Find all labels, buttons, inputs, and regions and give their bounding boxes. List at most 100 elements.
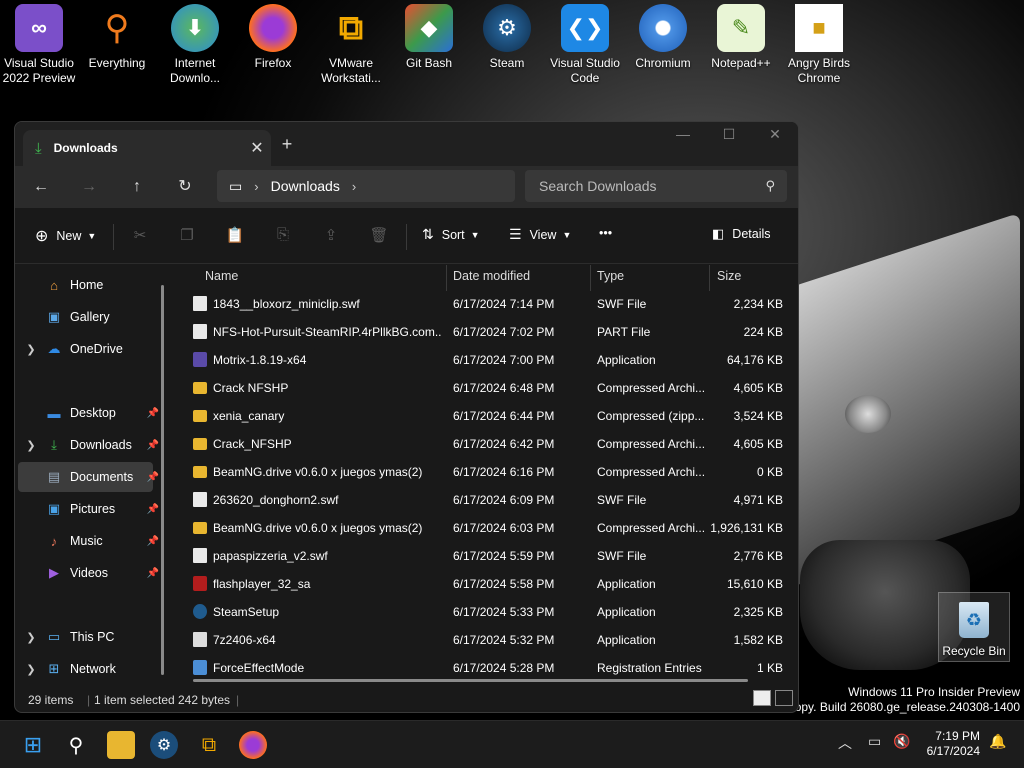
table-row[interactable]: Crack NFSHP 6/17/2024 6:48 PM Compressed A… xyxy=(173,374,783,402)
desktop-icon-vmware[interactable]: ⧉ VMware Workstati... xyxy=(312,4,390,86)
forward-button[interactable]: → xyxy=(74,175,104,199)
start-button[interactable]: ⊞ xyxy=(19,731,47,759)
desktop-icon-notepadpp[interactable]: ✎ Notepad++ xyxy=(702,4,780,71)
desktop-icon-angry-birds[interactable]: ■ Angry Birds Chrome xyxy=(780,4,858,86)
desktop-icon-git-bash[interactable]: ◆ Git Bash xyxy=(390,4,468,71)
sidebar-item-desktop[interactable]: ▬ Desktop 📌 xyxy=(18,398,160,428)
desktop-icon-firefox[interactable]: Firefox xyxy=(234,4,312,71)
maximize-button[interactable]: ☐ xyxy=(706,126,752,143)
notifications-bell-icon[interactable]: 🔔 xyxy=(989,733,1006,750)
copy-icon[interactable]: ❐ xyxy=(175,226,199,244)
delete-icon[interactable]: 🗑 xyxy=(367,226,391,244)
more-options-button[interactable]: ••• xyxy=(599,226,612,240)
column-divider[interactable] xyxy=(709,265,710,291)
new-button[interactable]: ⊕ New ▼ xyxy=(35,226,96,246)
column-header-name[interactable]: Name xyxy=(205,269,238,283)
file-size: 2,325 KB xyxy=(733,605,783,619)
table-row[interactable]: 7z2406-x64 6/17/2024 5:32 PM Application 1,… xyxy=(173,626,783,654)
table-row[interactable]: BeamNG.drive v0.6.0 x juegos ymas(2) 6/17… xyxy=(173,458,783,486)
desktop-icon-steam[interactable]: ⚙ Steam xyxy=(468,4,546,71)
show-hidden-icons-chevron-icon[interactable]: ︿ xyxy=(838,733,852,753)
chevron-right-icon[interactable]: ❯ xyxy=(18,439,44,452)
desktop-icon-vscode[interactable]: ❮❯ Visual Studio Code xyxy=(546,4,624,86)
paste-icon[interactable]: 📋 xyxy=(223,226,247,244)
sidebar-item-this-pc[interactable]: ❯ ▭ This PC xyxy=(18,622,153,652)
file-list-horizontal-scrollbar[interactable] xyxy=(193,679,748,682)
sidebar-item-videos[interactable]: ▶ Videos 📌 xyxy=(18,558,159,588)
desktop-icon-everything[interactable]: ⚲ Everything xyxy=(78,4,156,71)
nav-pane-scrollbar[interactable] xyxy=(161,285,164,675)
column-divider[interactable] xyxy=(446,265,447,291)
vscode-icon: ❮❯ xyxy=(561,4,609,52)
sidebar-item-label: Videos xyxy=(70,566,108,580)
table-row[interactable]: ForceEffectMode 6/17/2024 5:28 PM Registra… xyxy=(173,654,783,682)
view-button[interactable]: ☰ View ▼ xyxy=(509,226,571,243)
file-name: papaspizzeria_v2.swf xyxy=(213,549,328,563)
tiles-view-button[interactable] xyxy=(775,690,793,706)
chevron-right-icon[interactable]: ❯ xyxy=(18,631,44,644)
sidebar-item-home[interactable]: ⌂ Home xyxy=(18,270,153,300)
search-taskbar-icon[interactable]: ⚲ xyxy=(62,731,90,759)
details-view-button[interactable] xyxy=(753,690,771,706)
breadcrumb-chevron-icon[interactable]: › xyxy=(352,179,356,194)
sidebar-item-network[interactable]: ❯ ⊞ Network xyxy=(18,654,153,684)
column-header-type[interactable]: Type xyxy=(597,269,624,283)
new-tab-button[interactable]: + xyxy=(277,134,297,155)
refresh-button[interactable]: ↻ xyxy=(170,175,200,199)
firefox-taskbar-icon[interactable] xyxy=(239,731,267,759)
recycle-bin[interactable]: ♻ Recycle Bin xyxy=(938,592,1010,662)
sort-button[interactable]: ⇅ Sort ▼ xyxy=(422,226,480,243)
address-bar[interactable]: ▭ › Downloads › xyxy=(217,170,515,202)
table-row[interactable]: 1843__bloxorz_miniclip.swf 6/17/2024 7:14… xyxy=(173,290,783,318)
desktop-icon-chromium[interactable]: Chromium xyxy=(624,4,702,71)
network-status-icon[interactable]: ▭ xyxy=(868,733,881,750)
up-button[interactable]: ↑ xyxy=(122,175,152,199)
sidebar-item-documents[interactable]: ▤ Documents 📌 xyxy=(18,462,159,492)
sidebar-item-onedrive[interactable]: ❯ ☁ OneDrive xyxy=(18,334,153,364)
details-button[interactable]: ◧ Details xyxy=(712,226,771,242)
tab-downloads[interactable]: ⤓ Downloads ✕ xyxy=(23,130,271,166)
table-row[interactable]: NFS-Hot-Pursuit-SteamRIP.4rPllkBG.com...… xyxy=(173,318,783,346)
search-input[interactable]: Search Downloads ⚲ xyxy=(525,170,787,202)
file-size: 2,776 KB xyxy=(733,549,783,563)
gallery-icon: ▣ xyxy=(47,309,61,324)
visual-studio-icon: ∞ xyxy=(15,4,63,52)
table-row[interactable]: Crack_NFSHP 6/17/2024 6:42 PM Compressed A… xyxy=(173,430,783,458)
sidebar-item-gallery[interactable]: ▣ Gallery xyxy=(18,302,153,332)
minimize-button[interactable]: — xyxy=(660,126,706,142)
system-clock[interactable]: 7:19 PM 6/17/2024 xyxy=(918,729,980,759)
column-header-date[interactable]: Date modified xyxy=(453,269,530,283)
close-window-button[interactable]: ✕ xyxy=(752,126,798,143)
table-row[interactable]: flashplayer_32_sa 6/17/2024 5:58 PM Applic… xyxy=(173,570,783,598)
back-button[interactable]: ← xyxy=(26,175,56,199)
file-date: 6/17/2024 6:48 PM xyxy=(453,381,555,395)
chevron-right-icon[interactable]: ❯ xyxy=(18,663,44,676)
cloud-icon: ☁ xyxy=(47,341,61,356)
vmware-taskbar-icon[interactable]: ⧉ xyxy=(195,731,223,759)
sidebar-item-pictures[interactable]: ▣ Pictures 📌 xyxy=(18,494,159,524)
desktop-icon-visual-studio[interactable]: ∞ Visual Studio 2022 Preview xyxy=(0,4,78,86)
steam-taskbar-icon[interactable]: ⚙ xyxy=(150,731,178,759)
column-header-size[interactable]: Size xyxy=(717,269,741,283)
cut-icon[interactable]: ✂ xyxy=(128,226,152,244)
table-row[interactable]: papaspizzeria_v2.swf 6/17/2024 5:59 PM SWF… xyxy=(173,542,783,570)
chevron-right-icon[interactable]: ❯ xyxy=(18,343,44,356)
pin-icon: 📌 xyxy=(146,567,159,579)
sidebar-item-downloads[interactable]: ❯ ⤓ Downloads 📌 xyxy=(18,430,159,460)
share-icon[interactable]: ⇪ xyxy=(319,226,343,244)
rename-icon[interactable]: ⎘ xyxy=(271,226,295,243)
volume-muted-icon[interactable]: 🔇 xyxy=(893,733,910,750)
table-row[interactable]: BeamNG.drive v0.6.0 x juegos ymas(2) 6/17… xyxy=(173,514,783,542)
sidebar-item-label: Network xyxy=(70,662,116,676)
sidebar-item-music[interactable]: ♪ Music 📌 xyxy=(18,526,159,556)
table-row[interactable]: Motrix-1.8.19-x64 6/17/2024 7:00 PM Applic… xyxy=(173,346,783,374)
column-divider[interactable] xyxy=(590,265,591,291)
table-row[interactable]: SteamSetup 6/17/2024 5:33 PM Application 2,… xyxy=(173,598,783,626)
file-explorer-taskbar-icon[interactable] xyxy=(107,731,135,759)
table-row[interactable]: xenia_canary 6/17/2024 6:44 PM Compressed … xyxy=(173,402,783,430)
close-tab-icon[interactable]: ✕ xyxy=(243,138,271,158)
file-type: SWF File xyxy=(597,493,647,507)
table-row[interactable]: 263620_donghorn2.swf 6/17/2024 6:09 PM SWF… xyxy=(173,486,783,514)
breadcrumb-downloads[interactable]: Downloads xyxy=(271,178,340,194)
desktop-icon-idm[interactable]: ⬇ Internet Downlo... xyxy=(156,4,234,86)
